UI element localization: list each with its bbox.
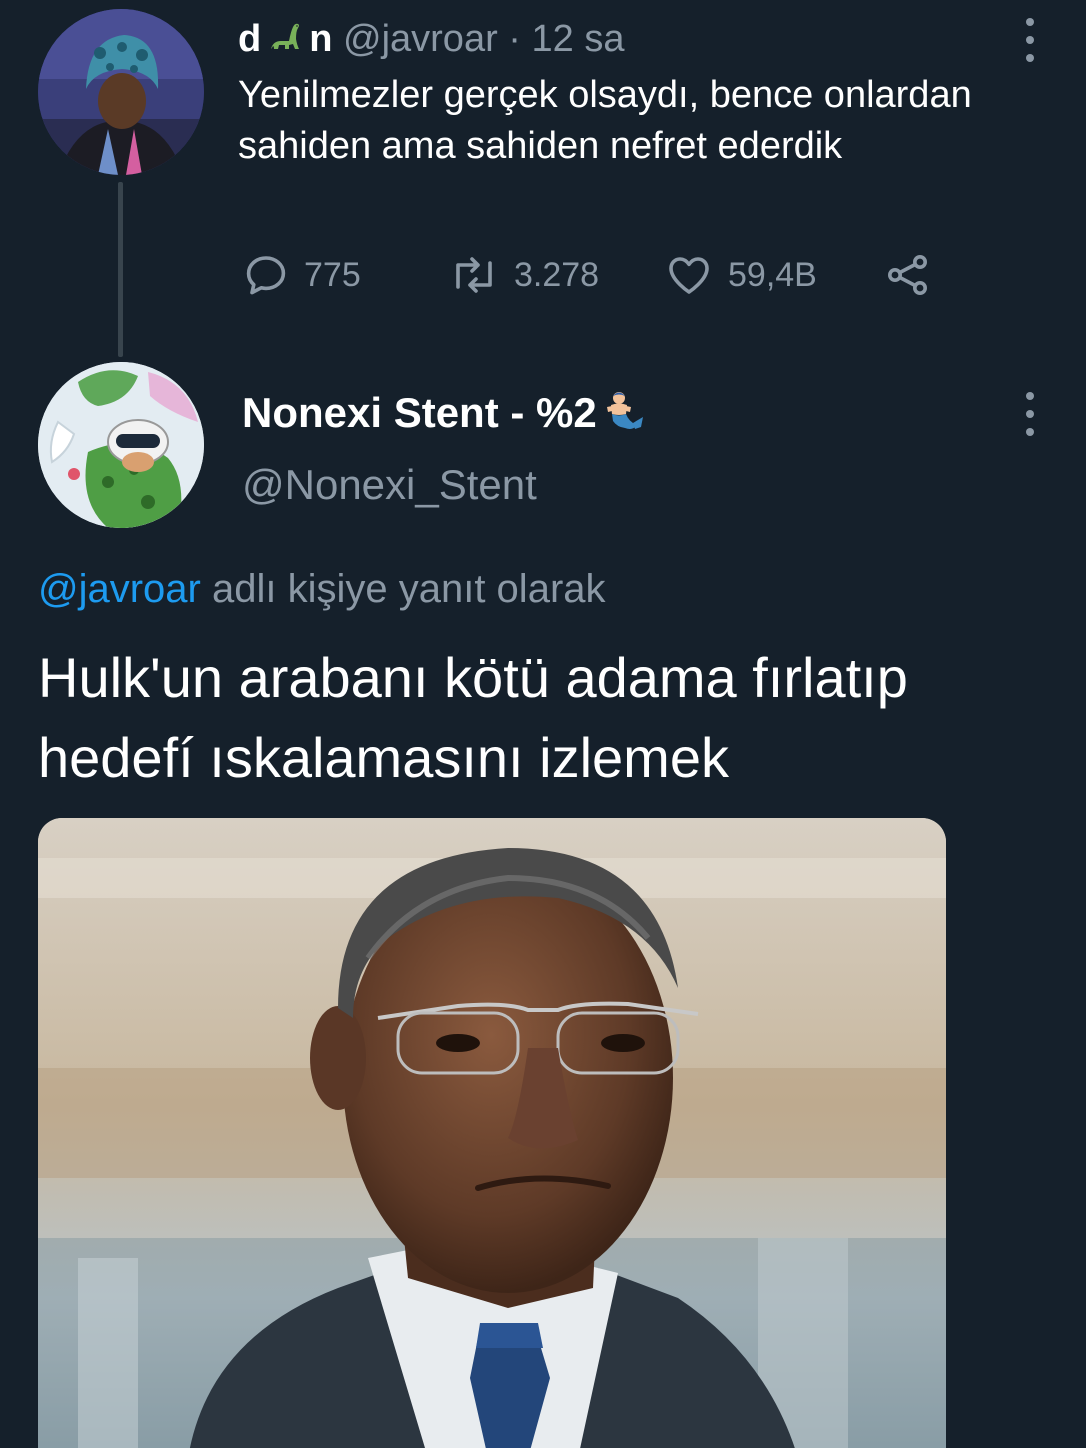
parent-tweet-text: Yenilmezler gerçek olsaydı, bence onlard… [238, 74, 972, 167]
more-options-icon[interactable] [1018, 392, 1042, 436]
reply-handle[interactable]: @Nonexi_Stent [242, 458, 537, 512]
reply-tweet-text: Hulk'un arabanı kötü adama fırlatıp hede… [38, 646, 908, 789]
reply-mention-link[interactable]: @javroar [38, 567, 201, 611]
parent-tweet-header: dn @javroar · 12 sa [238, 16, 624, 66]
more-options-icon[interactable] [1018, 18, 1042, 62]
share-icon [888, 255, 927, 295]
reply-icon [246, 256, 286, 295]
reply-name-text: Nonexi Stent - %2 [242, 389, 597, 436]
tweet-thread: dn @javroar · 12 sa Yenilmezler gerçek o… [0, 0, 1086, 1448]
tweet-media-photo[interactable] [38, 818, 946, 1448]
parent-handle[interactable]: @javroar [343, 18, 498, 60]
avatar-nonexi-stent-image [38, 362, 204, 528]
parent-name-end: n [309, 18, 333, 60]
thread-connector-line [118, 182, 123, 357]
reply-count: 775 [304, 255, 361, 294]
parent-timestamp[interactable]: 12 sa [532, 18, 625, 60]
reply-display-name[interactable]: Nonexi Stent - %2 [242, 386, 645, 446]
parent-name-start: d [238, 18, 262, 60]
merman-icon [599, 387, 645, 446]
media-photo-illustration [38, 818, 946, 1448]
heart-icon [669, 257, 709, 294]
header-separator: · [508, 18, 521, 60]
avatar-javroar-image [38, 9, 204, 175]
retweet-button[interactable]: 3.278 [448, 250, 599, 300]
replying-to-line: @javroar adlı kişiye yanıt olarak [38, 563, 606, 615]
avatar-nonexi-stent[interactable] [38, 362, 204, 528]
reply-button[interactable]: 775 [242, 250, 361, 300]
share-button[interactable] [884, 250, 932, 300]
avatar-javroar[interactable] [38, 9, 204, 175]
retweet-count: 3.278 [514, 255, 600, 294]
like-count: 59,4B [728, 255, 817, 294]
like-button[interactable]: 59,4B [664, 250, 817, 300]
sauropod-dinosaur-icon [267, 19, 303, 66]
retweet-icon [456, 257, 492, 293]
parent-display-name[interactable]: dn [238, 18, 332, 60]
reply-to-suffix: adlı kişiye yanıt olarak [200, 567, 606, 611]
